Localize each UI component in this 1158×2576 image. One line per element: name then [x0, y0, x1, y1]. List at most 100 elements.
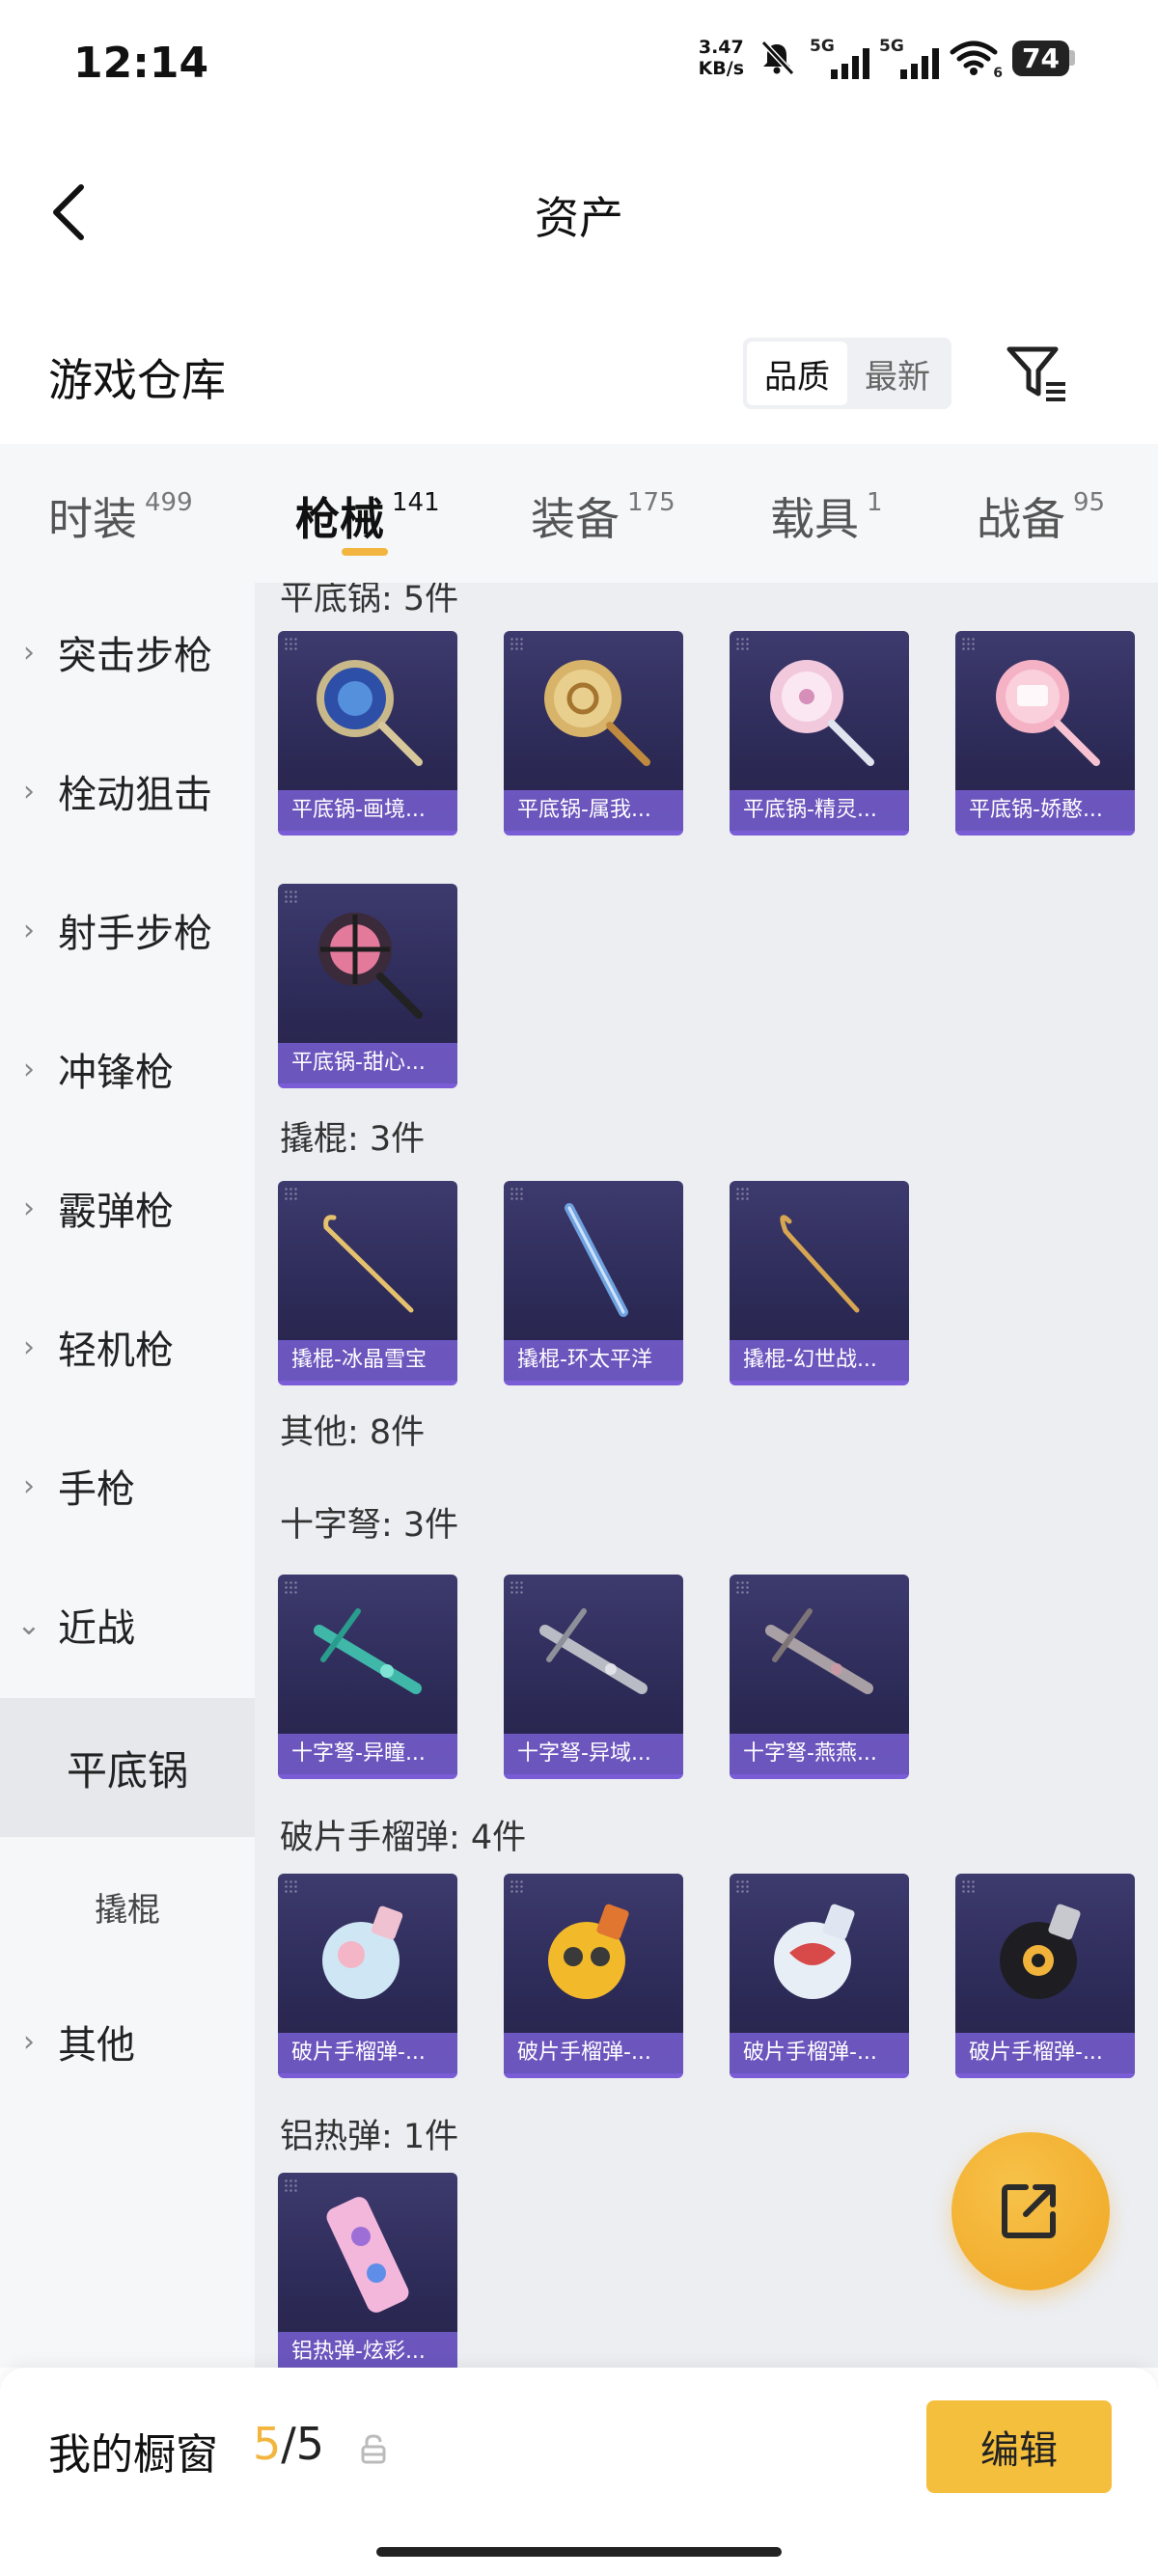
item-card[interactable]: 铝热弹-炫彩... — [278, 2173, 457, 2368]
item-card[interactable]: 十字弩-异域... — [504, 1575, 683, 1779]
item-card[interactable]: 平底锅-娇憨... — [955, 631, 1135, 836]
item-card[interactable]: 破片手榴弹-... — [955, 1874, 1135, 2078]
item-name: 破片手榴弹-... — [504, 2033, 683, 2073]
item-card[interactable]: 撬棍-冰晶雪宝 — [278, 1181, 457, 1385]
frying-pan-icon — [770, 660, 874, 766]
chevron-right-icon: › — [23, 913, 35, 947]
item-name: 撬棍-幻世战... — [730, 1340, 909, 1381]
item-name: 破片手榴弹-... — [278, 2033, 457, 2073]
item-card[interactable]: 十字弩-燕燕... — [730, 1575, 909, 1779]
chevron-right-icon: › — [23, 2024, 35, 2059]
status-bar: 12:14 3.47 KB/s 5G 5G 6 74 — [0, 0, 1158, 135]
item-name: 平底锅-精灵... — [730, 790, 909, 831]
item-card[interactable]: 破片手榴弹-... — [730, 1874, 909, 2078]
sort-newest-button[interactable]: 最新 — [847, 342, 948, 405]
chevron-down-icon: ⌄ — [16, 1607, 41, 1642]
item-name: 铝热弹-炫彩... — [278, 2332, 457, 2368]
sidebar-item-marksman-rifle[interactable]: › 射手步枪 — [0, 861, 255, 1000]
sidebar-item-lmg[interactable]: › 轻机枪 — [0, 1277, 255, 1416]
sidebar-item-other[interactable]: › 其他 — [0, 1972, 255, 2111]
item-card[interactable]: 十字弩-异瞳... — [278, 1575, 457, 1779]
chevron-right-icon: › — [23, 774, 35, 808]
chevron-right-icon: › — [23, 1329, 35, 1364]
sidebar-item-assault-rifle[interactable]: › 突击步枪 — [0, 583, 255, 722]
item-name: 平底锅-娇憨... — [955, 790, 1135, 831]
item-name: 撬棍-环太平洋 — [504, 1340, 683, 1381]
crowbar-icon — [565, 1203, 628, 1317]
item-name: 十字弩-燕燕... — [730, 1734, 909, 1774]
mute-icon — [758, 39, 796, 77]
showcase-title: 我的橱窗 — [48, 2430, 218, 2480]
showcase-bar: 我的橱窗 5/5 编辑 — [0, 2368, 1158, 2576]
item-name: 撬棍-冰晶雪宝 — [278, 1340, 457, 1381]
item-name: 平底锅-画境... — [278, 790, 457, 831]
share-out-icon — [1002, 2184, 1056, 2238]
signal-5g-icon: 5G — [879, 37, 940, 79]
warehouse-title: 游戏仓库 — [48, 354, 226, 406]
showcase-count: 5/5 — [253, 2418, 325, 2470]
weapon-type-sidebar: › 突击步枪 › 栓动狙击 › 射手步枪 › 冲锋枪 › 霰弹枪 › 轻机枪 ›… — [0, 583, 255, 2368]
category-tabs: 时装 499 枪械 141 装备 175 载具 1 战备 95 — [0, 444, 1158, 583]
section-header-grenade: 破片手榴弹: 4件 — [280, 1819, 527, 1857]
sidebar-item-bolt-sniper[interactable]: › 栓动狙击 — [0, 722, 255, 861]
filter-button[interactable] — [1004, 340, 1071, 407]
home-indicator — [376, 2547, 782, 2557]
tab-fashion[interactable]: 时装 499 — [48, 484, 193, 548]
item-grid: 平底锅: 5件 平底锅-画境... 平底锅-属我... 平底锅-精灵... 平底… — [255, 583, 1158, 2368]
frying-pan-icon — [996, 660, 1100, 766]
tab-firearms[interactable]: 枪械 141 — [295, 484, 440, 548]
crossbow-icon — [539, 1608, 648, 1694]
item-name: 平底锅-属我... — [504, 790, 683, 831]
section-header-pan: 平底锅: 5件 — [280, 583, 459, 618]
signal-5g-icon: 5G — [810, 37, 870, 79]
item-card[interactable]: 撬棍-幻世战... — [730, 1181, 909, 1385]
sidebar-item-smg[interactable]: › 冲锋枪 — [0, 1000, 255, 1138]
sort-toggle: 品质 最新 — [743, 338, 951, 409]
crossbow-icon — [314, 1608, 422, 1694]
frying-pan-icon — [544, 660, 650, 766]
battery-icon: 74 — [1012, 40, 1075, 76]
tab-supplies[interactable]: 战备 95 — [977, 484, 1105, 548]
item-name: 十字弩-异瞳... — [278, 1734, 457, 1774]
item-card[interactable]: 撬棍-环太平洋 — [504, 1181, 683, 1385]
page-title: 资产 — [535, 192, 623, 244]
sidebar-item-shotgun[interactable]: › 霰弹枪 — [0, 1138, 255, 1277]
item-name: 十字弩-异域... — [504, 1734, 683, 1774]
status-icons: 3.47 KB/s 5G 5G 6 74 — [698, 37, 1075, 81]
item-card[interactable]: 平底锅-精灵... — [730, 631, 909, 836]
tab-equipment[interactable]: 装备 175 — [531, 484, 676, 548]
crowbar-icon — [780, 1215, 860, 1313]
section-header-crossbow: 十字弩: 3件 — [280, 1506, 459, 1545]
section-header-other: 其他: 8件 — [280, 1413, 426, 1452]
frying-pan-icon — [318, 913, 423, 1019]
chevron-right-icon: › — [23, 635, 35, 670]
sidebar-subitem-pan[interactable]: 平底锅 — [0, 1698, 255, 1837]
grenade-icon — [774, 1904, 855, 1999]
section-header-thermite: 铝热弹: 1件 — [280, 2118, 459, 2156]
filter-icon — [1006, 346, 1065, 401]
item-card[interactable]: 平底锅-画境... — [278, 631, 457, 836]
item-name: 破片手榴弹-... — [955, 2033, 1135, 2073]
sidebar-item-melee[interactable]: ⌄ 近战 — [0, 1555, 255, 1694]
network-speed: 3.47 KB/s — [698, 37, 745, 79]
item-card[interactable]: 平底锅-甜心... — [278, 884, 457, 1088]
edit-button[interactable]: 编辑 — [926, 2400, 1112, 2493]
grenade-icon — [1000, 1904, 1081, 1999]
chevron-right-icon: › — [23, 1052, 35, 1086]
active-tab-indicator — [342, 548, 388, 556]
item-card[interactable]: 平底锅-属我... — [504, 631, 683, 836]
chevron-right-icon: › — [23, 1191, 35, 1225]
section-header-crowbar: 撬棍: 3件 — [280, 1120, 426, 1159]
item-card[interactable]: 破片手榴弹-... — [278, 1874, 457, 2078]
item-name: 平底锅-甜心... — [278, 1043, 457, 1083]
grenade-icon — [548, 1904, 629, 1999]
tab-vehicles[interactable]: 载具 1 — [770, 484, 883, 548]
sidebar-subitem-crowbar[interactable]: 撬棍 — [0, 1837, 255, 1976]
wifi-icon: 6 — [949, 39, 1003, 81]
sort-quality-button[interactable]: 品质 — [747, 342, 847, 405]
share-fab-button[interactable] — [951, 2132, 1110, 2290]
sidebar-item-pistol[interactable]: › 手枪 — [0, 1416, 255, 1555]
chevron-right-icon: › — [23, 1468, 35, 1503]
lock-icon — [361, 2434, 386, 2464]
item-card[interactable]: 破片手榴弹-... — [504, 1874, 683, 2078]
